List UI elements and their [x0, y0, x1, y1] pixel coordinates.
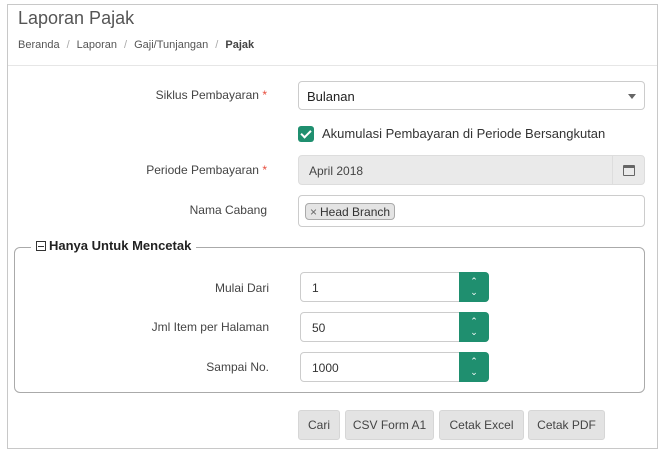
required-mark: *	[262, 163, 267, 177]
spinner-up-icon[interactable]: ⌃	[470, 356, 478, 367]
periode-value: April 2018	[309, 164, 364, 178]
calendar-button[interactable]	[612, 156, 644, 184]
calendar-icon	[622, 164, 635, 176]
header-divider	[8, 65, 657, 66]
periode-label: Periode Pembayaran *	[146, 163, 267, 177]
breadcrumb: Beranda / Laporan / Gaji/Tunjangan / Paj…	[18, 39, 254, 51]
page-title: Laporan Pajak	[18, 8, 135, 28]
cari-button[interactable]: Cari	[298, 410, 340, 440]
sampai-spinner[interactable]: ⌃ ⌄	[459, 352, 489, 382]
breadcrumb-gaji-tunjangan[interactable]: Gaji/Tunjangan	[134, 39, 208, 51]
chevron-down-icon	[628, 94, 636, 99]
breadcrumb-current: Pajak	[225, 39, 255, 51]
breadcrumb-beranda[interactable]: Beranda	[18, 39, 60, 51]
sampai-label: Sampai No.	[206, 360, 269, 374]
mulai-value: 1	[312, 281, 319, 295]
siklus-value: Bulanan	[307, 89, 355, 104]
cabang-label: Nama Cabang	[189, 203, 267, 217]
mulai-stepper[interactable]: 1 ⌃ ⌄	[300, 272, 489, 302]
spinner-up-icon[interactable]: ⌃	[470, 316, 478, 327]
akumulasi-checkbox[interactable]	[298, 126, 314, 142]
required-mark: *	[262, 88, 267, 102]
cabang-tag: × Head Branch	[305, 203, 396, 220]
siklus-select[interactable]: Bulanan	[298, 81, 645, 110]
spinner-up-icon[interactable]: ⌃	[470, 276, 478, 287]
breadcrumb-laporan[interactable]: Laporan	[77, 39, 117, 51]
jml-stepper[interactable]: 50 ⌃ ⌄	[300, 312, 489, 342]
csv-form-button[interactable]: CSV Form A1	[345, 410, 434, 440]
print-legend-text: Hanya Untuk Mencetak	[49, 238, 192, 253]
breadcrumb-separator: /	[124, 39, 128, 51]
siklus-label: Siklus Pembayaran *	[155, 88, 267, 102]
cabang-tag-label: Head Branch	[320, 204, 391, 219]
collapse-icon[interactable]	[36, 240, 46, 251]
sampai-value: 1000	[312, 361, 339, 375]
periode-input[interactable]: April 2018	[298, 155, 645, 185]
print-legend[interactable]: Hanya Untuk Mencetak	[31, 238, 197, 253]
jml-spinner[interactable]: ⌃ ⌄	[459, 312, 489, 342]
mulai-spinner[interactable]: ⌃ ⌄	[459, 272, 489, 302]
cetak-excel-button[interactable]: Cetak Excel	[439, 410, 524, 440]
cabang-tag-input[interactable]: × Head Branch	[298, 195, 645, 227]
cetak-pdf-button[interactable]: Cetak PDF	[528, 410, 605, 440]
breadcrumb-separator: /	[215, 39, 219, 51]
breadcrumb-separator: /	[66, 39, 70, 51]
spinner-down-icon[interactable]: ⌄	[470, 367, 478, 378]
akumulasi-label[interactable]: Akumulasi Pembayaran di Periode Bersangk…	[322, 126, 605, 141]
spinner-down-icon[interactable]: ⌄	[470, 287, 478, 298]
mulai-label: Mulai Dari	[214, 281, 269, 295]
jml-label: Jml Item per Halaman	[151, 320, 269, 334]
spinner-down-icon[interactable]: ⌄	[470, 327, 478, 338]
jml-value: 50	[312, 321, 326, 335]
tag-remove-icon[interactable]: ×	[310, 205, 317, 219]
report-panel: Laporan Pajak Beranda / Laporan / Gaji/T…	[7, 4, 658, 449]
sampai-stepper[interactable]: 1000 ⌃ ⌄	[300, 352, 489, 382]
